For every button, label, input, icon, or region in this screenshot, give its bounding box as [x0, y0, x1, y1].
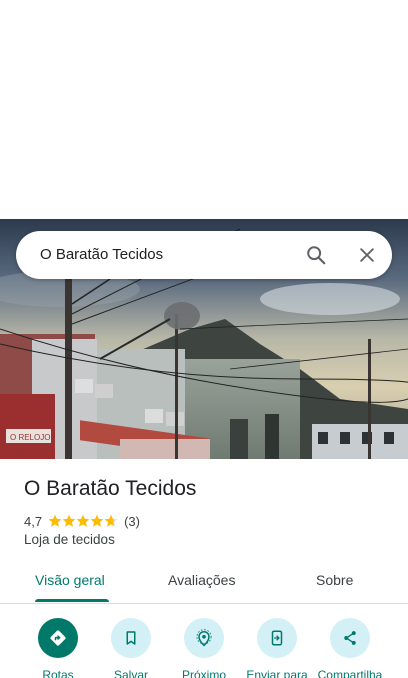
nearby-icon[interactable] [184, 618, 224, 658]
photo-sign-text: O RELOJO [10, 433, 50, 442]
close-icon[interactable] [353, 241, 381, 269]
rating-stars [48, 514, 118, 528]
directions-button[interactable]: Rotas [20, 618, 96, 678]
star-icon [76, 514, 90, 527]
rating-row[interactable]: 4,7 (3) [24, 512, 140, 530]
nearby-button[interactable]: Próximo [166, 618, 242, 678]
review-count[interactable]: (3) [124, 514, 140, 529]
active-tab-indicator [35, 599, 109, 602]
share-icon[interactable] [330, 618, 370, 658]
send-to-phone-button[interactable]: Enviar para [239, 618, 315, 678]
rating-value: 4,7 [24, 513, 43, 529]
star-icon [62, 514, 76, 527]
directions-icon[interactable] [38, 618, 78, 658]
save-label: Salvar [113, 668, 148, 678]
directions-label: Rotas [42, 668, 74, 678]
tab-overview[interactable]: Visão geral [35, 572, 105, 588]
search-query-text[interactable]: O Baratão Tecidos [40, 246, 163, 263]
bookmark-icon[interactable] [111, 618, 151, 658]
action-bar: Rotas Salvar Próximo Enviar para Compart… [0, 604, 408, 678]
nearby-label: Próximo [181, 668, 226, 678]
save-button[interactable]: Salvar [93, 618, 169, 678]
search-icon[interactable] [302, 241, 330, 269]
star-icon [48, 514, 62, 527]
place-tabs: Visão geral Avaliações Sobre [0, 558, 408, 604]
place-category: Loja de tecidos [24, 532, 115, 547]
place-name: O Baratão Tecidos [24, 477, 197, 500]
send-to-phone-icon[interactable] [257, 618, 297, 658]
star-icon [90, 514, 104, 527]
star-icon [104, 514, 118, 527]
tab-reviews[interactable]: Avaliações [168, 572, 235, 588]
tab-about[interactable]: Sobre [316, 572, 353, 588]
search-bar[interactable]: O Baratão Tecidos [16, 231, 392, 279]
map-area-blank [0, 0, 408, 219]
share-button[interactable]: Compartilha [312, 618, 388, 678]
send-to-phone-label: Enviar para [246, 668, 308, 678]
share-label: Compartilha [317, 668, 383, 678]
